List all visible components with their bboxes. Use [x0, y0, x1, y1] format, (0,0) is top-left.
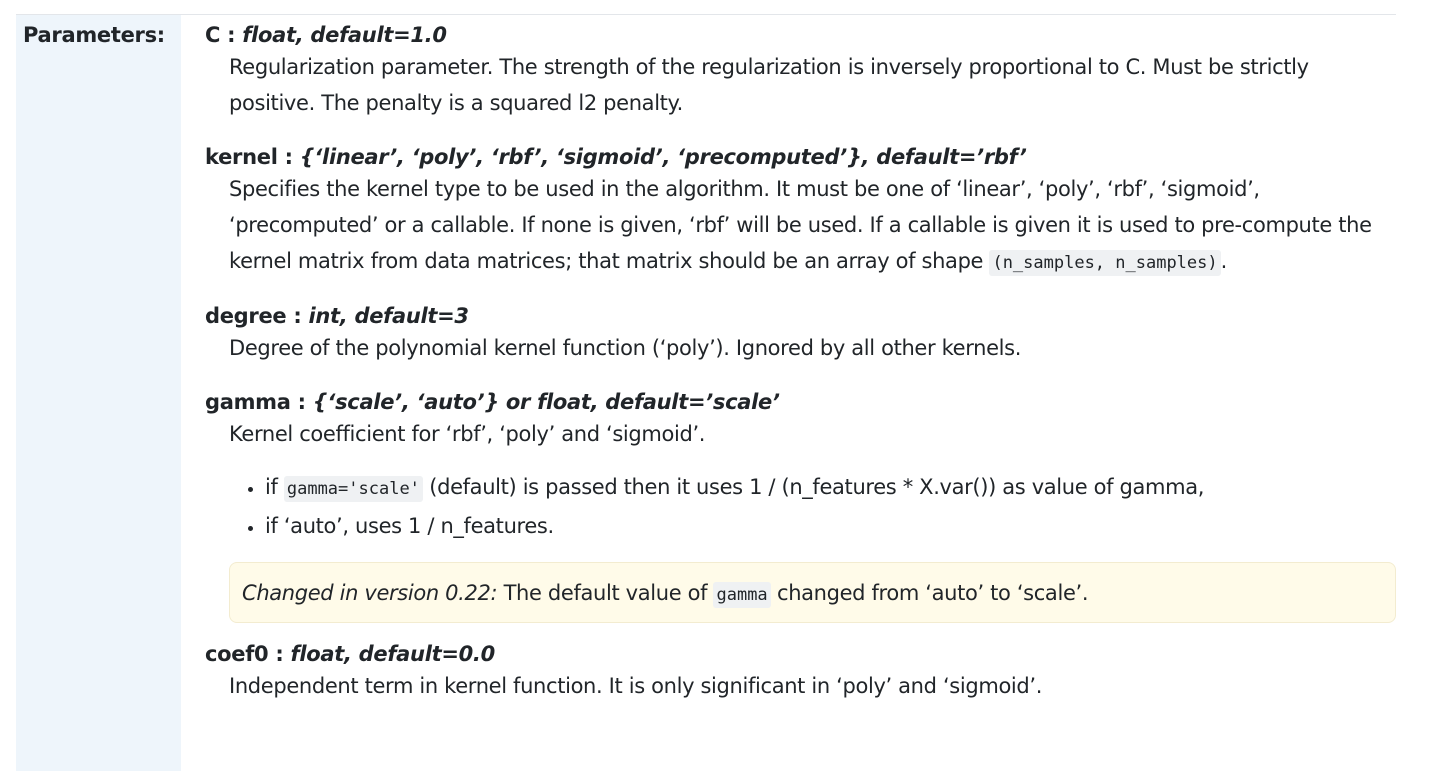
param-coef0-name: coef0 — [205, 642, 269, 666]
param-gamma-signature: gamma : {‘scale’, ‘auto’} or float, defa… — [205, 388, 1396, 416]
param-degree-description: Degree of the polynomial kernel function… — [229, 336, 1022, 360]
param-kernel-name: kernel — [205, 145, 278, 169]
list-item: if ‘auto’, uses 1 / n_features. — [265, 508, 1396, 545]
param-c-type: float, default=1.0 — [242, 23, 447, 47]
param-gamma: gamma : {‘scale’, ‘auto’} or float, defa… — [205, 388, 1396, 623]
param-kernel-shape-code: (n_samples, n_samples) — [989, 250, 1221, 276]
param-degree-separator: : — [286, 304, 309, 328]
version-gamma-code: gamma — [713, 582, 771, 608]
param-gamma-description: Kernel coefficient for ‘rbf’, ‘poly’ and… — [229, 422, 706, 446]
parameters-field-list: Parameters: C : float, default=1.0 Regul… — [16, 15, 1396, 771]
param-coef0-separator: : — [268, 642, 291, 666]
param-degree-signature: degree : int, default=3 — [205, 302, 1396, 330]
param-kernel-separator: : — [277, 145, 300, 169]
param-kernel-signature: kernel : {‘linear’, ‘poly’, ‘rbf’, ‘sigm… — [205, 143, 1396, 171]
param-gamma-separator: : — [290, 390, 313, 414]
gamma-option-scale-pre: if — [265, 475, 284, 499]
field-name-column: Parameters: — [16, 15, 181, 771]
param-c-signature: C : float, default=1.0 — [205, 21, 1396, 49]
parameters-label: Parameters: — [23, 23, 165, 47]
param-coef0-type: float, default=0.0 — [290, 642, 496, 666]
param-gamma-type: {‘scale’, ‘auto’} or float, default=’sca… — [312, 390, 780, 414]
param-gamma-name: gamma — [205, 390, 291, 414]
param-degree-name: degree — [205, 304, 287, 328]
version-changed-text-end: changed from ‘auto’ to ‘scale’. — [770, 581, 1089, 605]
param-c-name: C — [205, 23, 221, 47]
param-c-separator: : — [220, 23, 243, 47]
gamma-option-auto: if ‘auto’, uses 1 / n_features. — [265, 514, 554, 538]
gamma-option-scale-post: (default) is passed then it uses 1 / (n_… — [422, 475, 1205, 499]
parameters-body: C : float, default=1.0 Regularization pa… — [181, 15, 1396, 771]
list-item: if gamma='scale' (default) is passed the… — [265, 469, 1396, 508]
param-kernel-description: Specifies the kernel type to be used in … — [229, 171, 1396, 281]
param-degree-type: int, default=3 — [308, 304, 469, 328]
param-kernel-type: {‘linear’, ‘poly’, ‘rbf’, ‘sigmoid’, ‘pr… — [299, 145, 1027, 169]
param-c: C : float, default=1.0 Regularization pa… — [205, 21, 1396, 121]
gamma-scale-code: gamma='scale' — [283, 476, 423, 502]
param-kernel-desc-end: . — [1220, 249, 1228, 273]
param-degree: degree : int, default=3 Degree of the po… — [205, 302, 1396, 366]
param-c-description: Regularization parameter. The strength o… — [229, 55, 1309, 115]
version-changed-tag: Changed in version 0.22: — [242, 581, 498, 605]
version-changed-text: The default value of — [497, 581, 714, 605]
param-coef0: coef0 : float, default=0.0 Independent t… — [205, 640, 1396, 704]
param-coef0-description: Independent term in kernel function. It … — [229, 674, 1043, 698]
param-gamma-options-list: if gamma='scale' (default) is passed the… — [229, 469, 1396, 545]
param-coef0-signature: coef0 : float, default=0.0 — [205, 640, 1396, 668]
param-kernel: kernel : {‘linear’, ‘poly’, ‘rbf’, ‘sigm… — [205, 143, 1396, 281]
version-changed-note: Changed in version 0.22: The default val… — [229, 562, 1396, 623]
